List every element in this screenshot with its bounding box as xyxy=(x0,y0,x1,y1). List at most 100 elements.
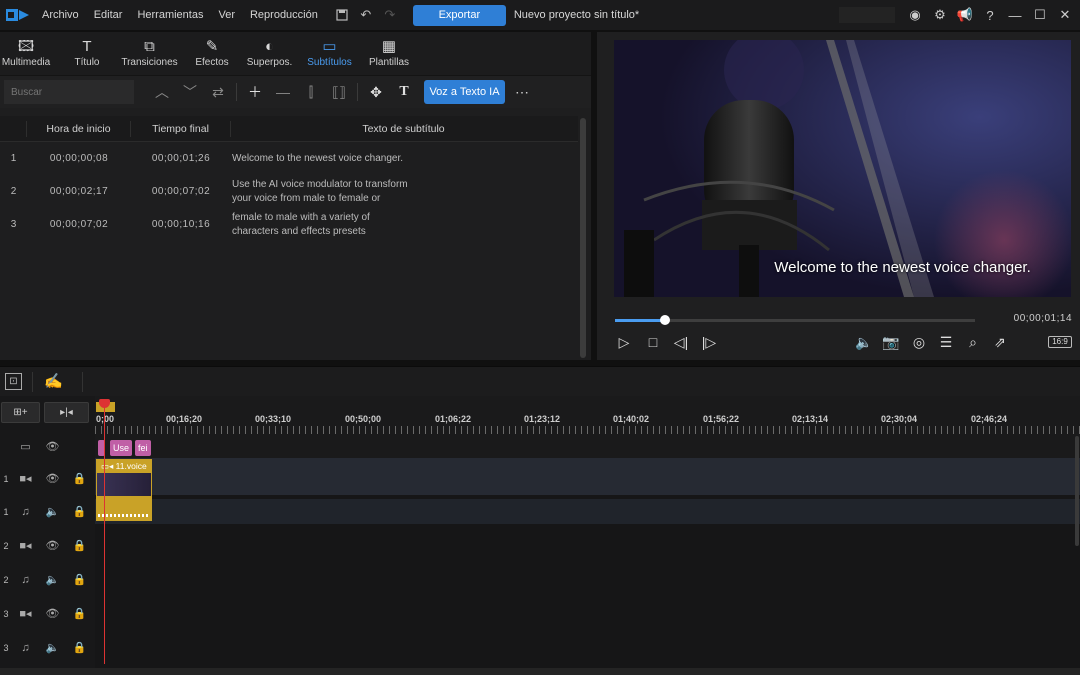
more-options-icon[interactable]: ⋯ xyxy=(515,84,529,101)
maximize-icon[interactable]: ☐ xyxy=(1030,7,1050,23)
lock-icon[interactable]: 🔒 xyxy=(66,607,93,620)
tab-label: Multimedia xyxy=(1,57,51,68)
seek-bar[interactable] xyxy=(615,315,975,325)
save-icon[interactable] xyxy=(333,6,351,24)
tab-plantillas[interactable]: ▦ Plantillas xyxy=(367,32,411,75)
visibility-icon[interactable]: 👁 xyxy=(39,607,66,620)
volume-icon[interactable]: 🔈 xyxy=(854,332,874,352)
tab-titulo[interactable]: T Título xyxy=(52,32,122,75)
tab-multimedia[interactable]: 🖾 Multimedia xyxy=(0,32,52,75)
audio-waveform xyxy=(98,514,150,517)
swap-icon[interactable]: ⇄ xyxy=(204,84,232,101)
lock-icon[interactable]: 🔒 xyxy=(66,539,93,552)
zoom-icon[interactable]: ⌕ xyxy=(963,332,983,352)
user-icon[interactable]: ◉ xyxy=(905,7,925,23)
end-time[interactable]: 00;00;10;16 xyxy=(131,219,231,230)
tab-superpos[interactable]: ◐ Superpos. xyxy=(247,32,293,75)
menu-herramientas[interactable]: Herramientas xyxy=(137,9,203,21)
gear-icon[interactable]: ⚙ xyxy=(930,7,950,23)
previous-frame-icon[interactable]: ◁| xyxy=(671,332,691,352)
lock-icon[interactable]: 🔒 xyxy=(66,573,93,586)
ruler-label: 01;23;12 xyxy=(524,414,561,424)
ai-speech-to-text-button[interactable]: Voz a Texto IA xyxy=(424,80,505,104)
lock-icon[interactable]: 🔒 xyxy=(66,641,93,654)
account-area[interactable] xyxy=(839,7,895,23)
preview-caption: Welcome to the newest voice changer. xyxy=(774,259,1031,276)
timeline-vertical-scrollbar[interactable] xyxy=(1075,436,1079,546)
add-subtitle-icon[interactable]: ＋ xyxy=(241,82,269,102)
stop-icon[interactable]: □ xyxy=(643,332,663,352)
storyboard-toggle-icon[interactable]: ⊞+ xyxy=(1,402,40,423)
subtitle-text[interactable]: female to male with a variety of charact… xyxy=(231,211,576,239)
start-time[interactable]: 00;00;00;08 xyxy=(27,153,131,164)
text-format-icon[interactable]: T xyxy=(390,84,418,100)
move-down-icon[interactable]: ﹀ xyxy=(176,82,204,102)
tab-label: Transiciones xyxy=(121,57,178,68)
subtitle-text[interactable]: Use the AI voice modulator to transform … xyxy=(231,178,576,206)
export-button[interactable]: Exportar xyxy=(412,4,506,26)
subtitle-clip[interactable]: Use xyxy=(110,440,132,456)
video-track-1[interactable] xyxy=(95,458,1080,495)
menu-editar[interactable]: Editar xyxy=(94,9,123,21)
menu-ver[interactable]: Ver xyxy=(218,9,235,21)
start-time[interactable]: 00;00;02;17 xyxy=(27,186,131,197)
play-icon[interactable]: ▷ xyxy=(614,332,634,352)
seek-handle[interactable] xyxy=(660,315,671,325)
visibility-icon[interactable]: 👁 xyxy=(39,539,66,552)
tab-subtitulos[interactable]: ▭ Subtítulos xyxy=(292,32,367,75)
visibility-icon[interactable]: 👁 xyxy=(39,440,66,453)
tab-efectos[interactable]: ✎ Efectos xyxy=(177,32,247,75)
timecode-display: 00;00;01;14 xyxy=(1013,313,1072,324)
fit-timeline-icon[interactable]: ▸|◂ xyxy=(44,402,89,423)
search-input[interactable] xyxy=(4,80,134,104)
move-position-icon[interactable]: ✥ xyxy=(362,84,390,101)
audio-track-1[interactable] xyxy=(95,499,1080,524)
timeline: ⊞+ ▸|◂ 0;00 00;16;20 00;33;10 00;50;00 0… xyxy=(0,396,1080,675)
edit-pen-icon[interactable]: ✍ xyxy=(44,372,63,390)
track-manager-icon[interactable]: ⊡ xyxy=(5,373,22,390)
timeline-horizontal-scrollbar[interactable] xyxy=(0,668,1080,675)
table-row[interactable]: 2 00;00;02;17 00;00;07;02 Use the AI voi… xyxy=(0,175,578,208)
visibility-icon[interactable]: 👁 xyxy=(39,472,66,485)
minimize-icon[interactable]: — xyxy=(1005,8,1025,23)
merge-icon[interactable]: ⟦⟧ xyxy=(325,84,353,101)
playhead[interactable] xyxy=(104,402,105,664)
end-time[interactable]: 00;00;01;26 xyxy=(131,153,231,164)
end-time[interactable]: 00;00;07;02 xyxy=(131,186,231,197)
start-time[interactable]: 00;00;07;02 xyxy=(27,219,131,230)
track-number: 2 xyxy=(3,574,9,585)
undo-icon[interactable]: ↶ xyxy=(357,6,375,24)
speaker-icon[interactable]: 🔈 xyxy=(39,505,66,518)
redo-icon[interactable]: ↷ xyxy=(381,6,399,24)
tab-transiciones[interactable]: ⧉ Transiciones xyxy=(121,32,178,75)
preview-quality-icon[interactable]: ◎ xyxy=(909,332,929,352)
time-ruler[interactable]: 0;00 00;16;20 00;33;10 00;50;00 01;06;22… xyxy=(95,396,1080,434)
video-preview[interactable]: Welcome to the newest voice changer. xyxy=(614,40,1071,297)
playback-controls: ▷ □ ◁| |▷ 🔈 📷 ◎ ☰ ⌕ ⇗ 16:9 xyxy=(614,332,1072,352)
undock-icon[interactable]: ⇗ xyxy=(990,332,1010,352)
next-frame-icon[interactable]: |▷ xyxy=(699,332,719,352)
help-icon[interactable]: ? xyxy=(980,8,1000,23)
lock-icon[interactable]: 🔒 xyxy=(66,505,93,518)
lock-icon[interactable]: 🔒 xyxy=(66,472,93,485)
table-row[interactable]: 3 00;00;07;02 00;00;10;16 female to male… xyxy=(0,208,578,241)
remove-subtitle-icon[interactable]: — xyxy=(269,84,297,100)
subtitle-clip[interactable]: fei xyxy=(135,440,151,456)
menu-reproduccion[interactable]: Reproducción xyxy=(250,9,318,21)
close-icon[interactable]: ✕ xyxy=(1055,7,1075,23)
snapshot-icon[interactable]: 📷 xyxy=(881,332,901,352)
speaker-icon[interactable]: 🔈 xyxy=(39,573,66,586)
table-row[interactable]: 1 00;00;00;08 00;00;01;26 Welcome to the… xyxy=(0,142,578,175)
table-scrollbar[interactable] xyxy=(580,118,586,358)
subtitles-toggle-icon[interactable]: ☰ xyxy=(936,332,956,352)
track-number: 1 xyxy=(3,506,9,517)
move-up-icon[interactable]: ︿ xyxy=(148,82,176,102)
split-icon[interactable]: ⫿ xyxy=(297,84,325,101)
menu-archivo[interactable]: Archivo xyxy=(42,9,79,21)
aspect-ratio-badge[interactable]: 16:9 xyxy=(1048,336,1072,348)
subtitle-text[interactable]: Welcome to the newest voice changer. xyxy=(231,152,576,166)
megaphone-icon[interactable]: 📢 xyxy=(955,7,975,23)
title-bar: Archivo Editar Herramientas Ver Reproduc… xyxy=(0,0,1080,30)
video-track-header: 3 ■◂ 👁 🔒 xyxy=(0,597,94,630)
speaker-icon[interactable]: 🔈 xyxy=(39,641,66,654)
